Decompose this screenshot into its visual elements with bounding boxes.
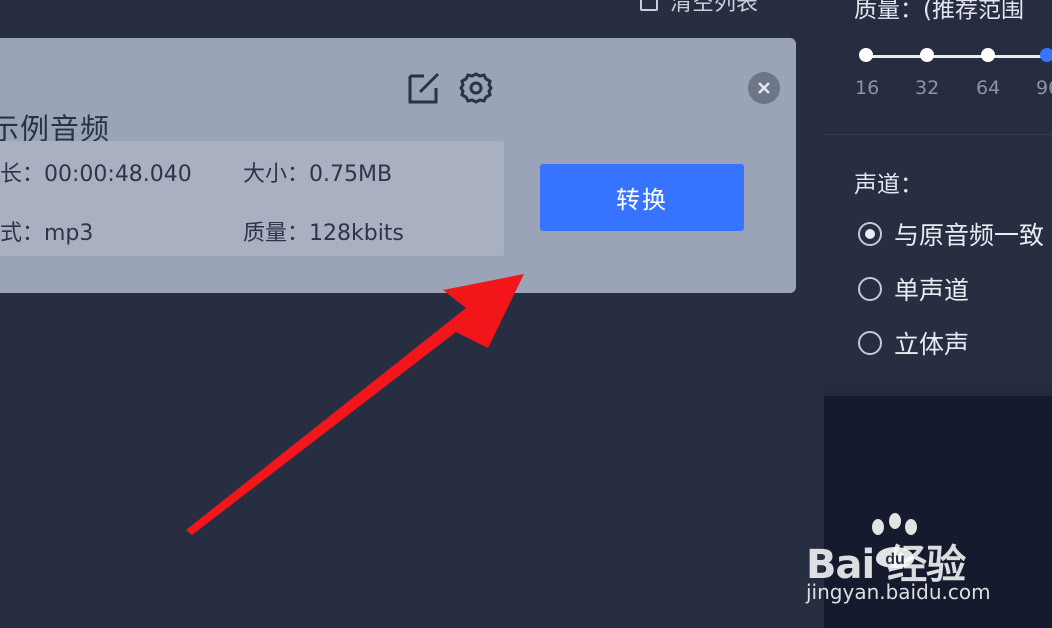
svg-text:du: du	[885, 551, 905, 568]
arrow-shape	[186, 274, 524, 535]
baidu-paw-icon: du	[872, 513, 917, 568]
watermark-url: jingyan.baidu.com	[806, 580, 991, 604]
